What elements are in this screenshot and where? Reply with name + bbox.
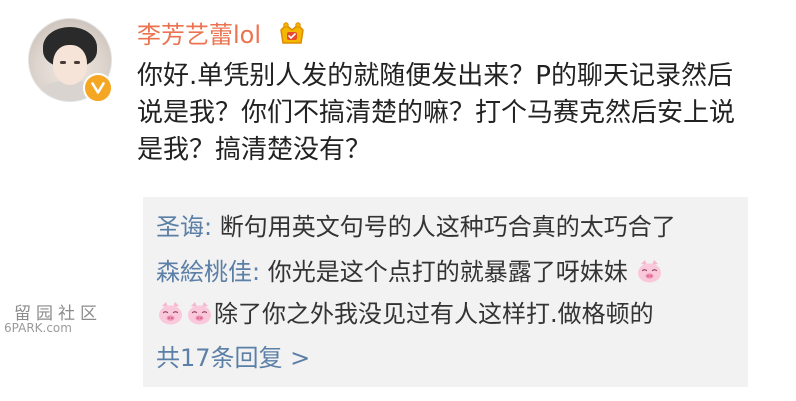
pig-emoji-icon <box>159 302 182 325</box>
comment-separator: : <box>252 258 268 286</box>
avatar-eye-left <box>60 61 66 64</box>
avatar-face <box>53 45 87 85</box>
pig-emoji-icon <box>638 260 662 283</box>
author-name[interactable]: 李芳艺蕾lol <box>137 20 261 50</box>
comment-text: 除了你之外我没见过有人这样打.做格顿的 <box>214 300 654 328</box>
pig-emoji-icon <box>188 302 211 325</box>
comment-text: 断句用英文句号的人这种巧合真的太巧合了 <box>219 213 676 241</box>
comment-preview-box: 圣诲: 断句用英文句号的人这种巧合真的太巧合了 森絵桃佳: 你光是这个点打的就暴… <box>143 197 748 387</box>
comment-continuation: 除了你之外我没见过有人这样打.做格顿的 <box>156 298 654 330</box>
verified-badge-icon <box>83 73 113 103</box>
site-watermark: 留园社区 6PARK.com <box>2 299 112 339</box>
weibo-post-card: 李芳艺蕾lol 你好.单凭别人发的就随便发出来？P的聊天记录然后说是我？你们不搞… <box>0 0 796 401</box>
comment-separator: : <box>204 213 220 241</box>
watermark-url: 6PARK.com <box>4 321 72 335</box>
more-replies-link[interactable]: 共17条回复 > <box>156 342 310 374</box>
comment-username[interactable]: 圣诲 <box>156 213 204 241</box>
crown-member-icon[interactable] <box>278 21 306 47</box>
comment-username[interactable]: 森絵桃佳 <box>156 258 252 286</box>
post-text: 你好.单凭别人发的就随便发出来？P的聊天记录然后说是我？你们不搞清楚的嘛？打个马… <box>137 61 736 165</box>
comment-item[interactable]: 圣诲: 断句用英文句号的人这种巧合真的太巧合了 <box>156 211 676 243</box>
comment-item[interactable]: 森絵桃佳: 你光是这个点打的就暴露了呀妹妹 <box>156 256 664 288</box>
avatar-eye-right <box>74 61 80 64</box>
comment-text: 你光是这个点打的就暴露了呀妹妹 <box>267 258 628 286</box>
